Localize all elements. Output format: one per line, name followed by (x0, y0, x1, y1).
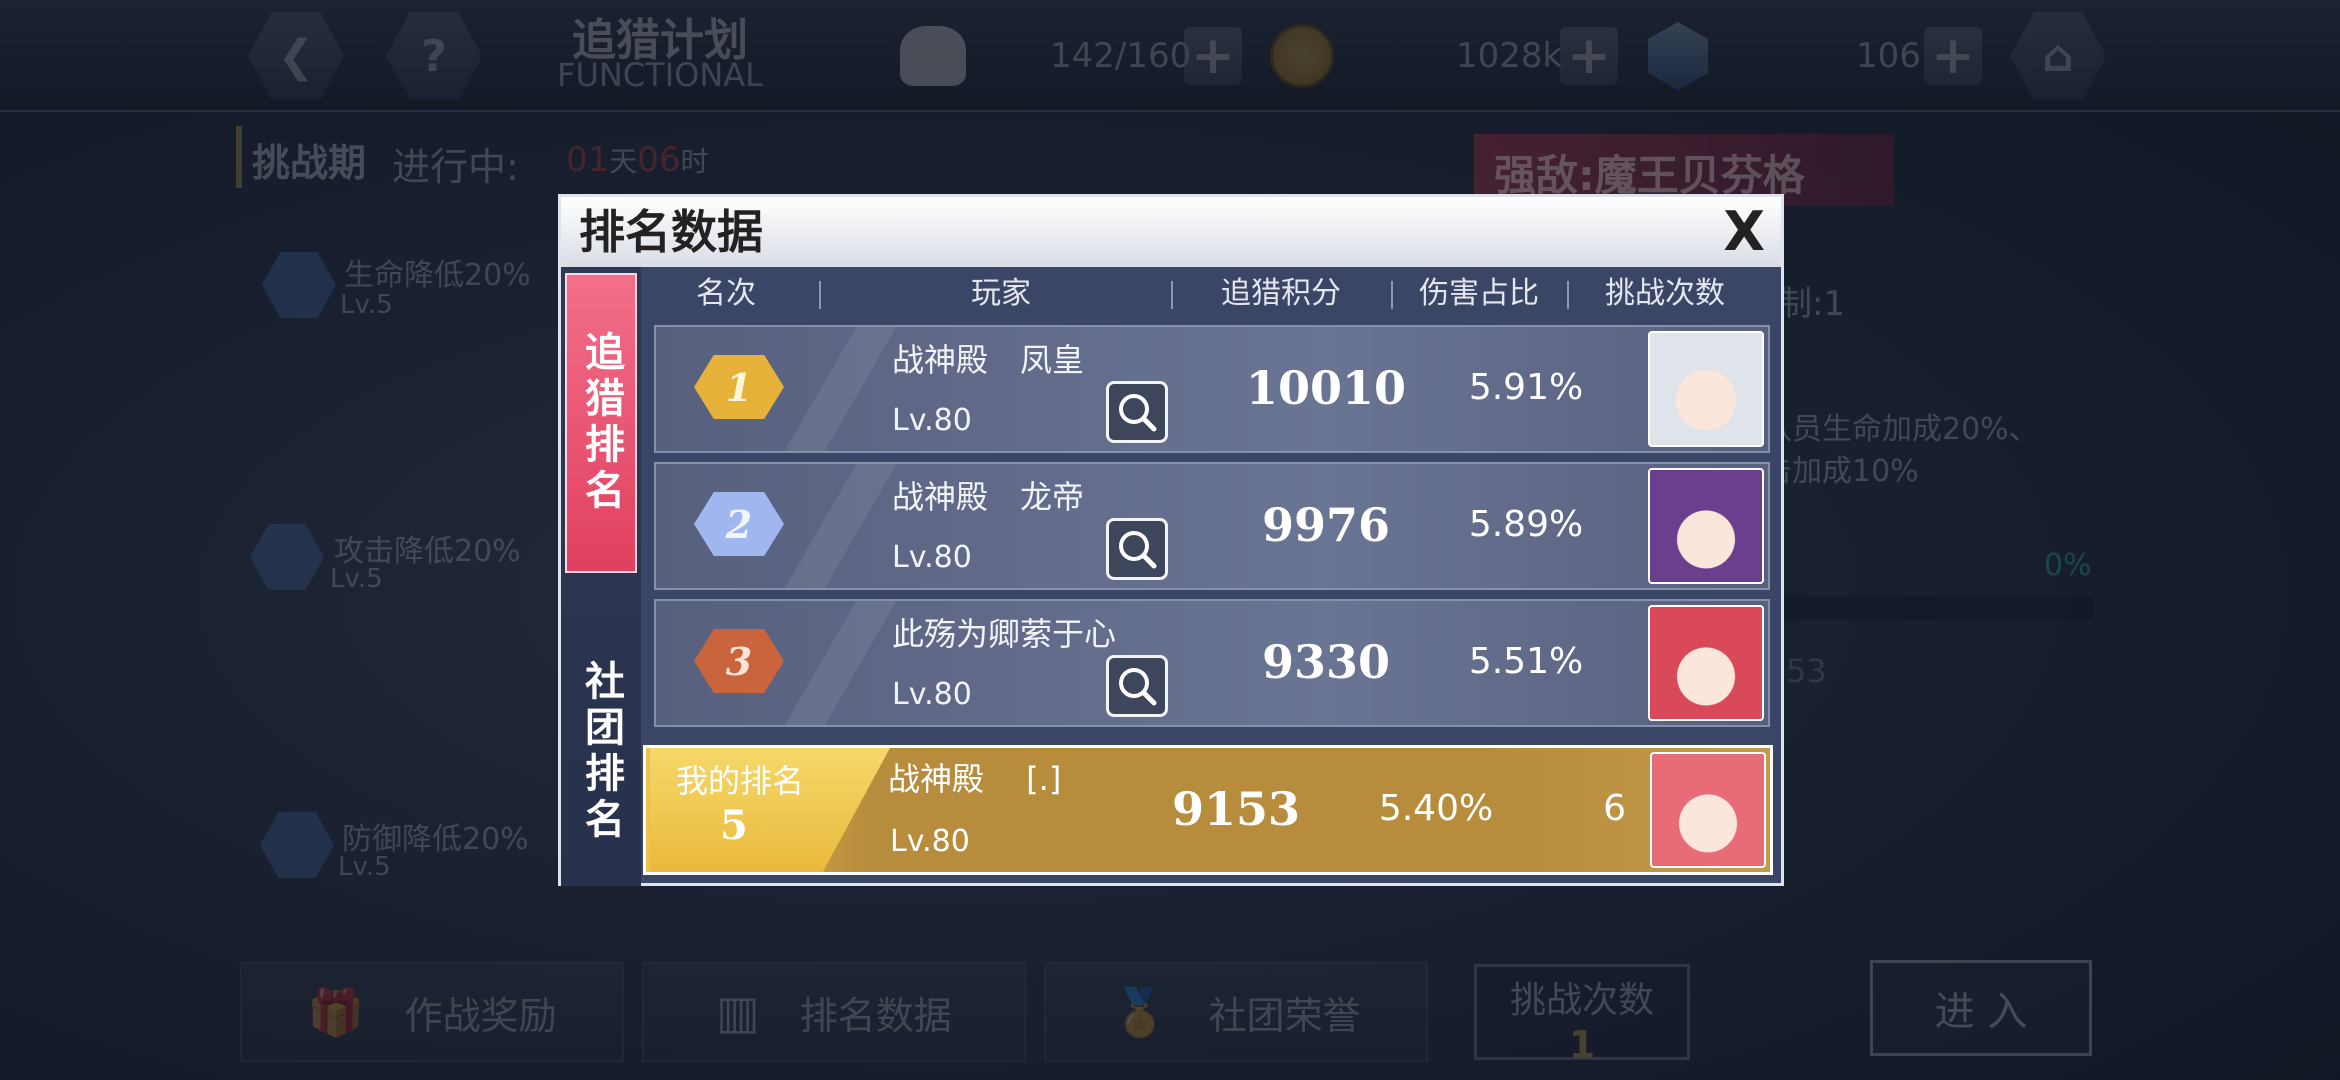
tab-club-ranking[interactable]: 社团排名 (565, 627, 637, 877)
dialog-title: 排名数据 (561, 197, 1781, 267)
my-damage-percent: 5.40% (1378, 788, 1494, 829)
ranking-row: 1 战神殿 凤皇 Lv.80 10010 5.91% 8 (654, 325, 1770, 453)
rank-number: 2 (725, 501, 753, 547)
row-stripe (775, 601, 897, 725)
magnifier-icon (1119, 531, 1157, 569)
rank-number: 3 (725, 638, 753, 684)
hunt-score: 9976 (1261, 498, 1391, 552)
my-avatar[interactable] (1650, 752, 1766, 868)
rank-badge: 2 (694, 492, 784, 562)
damage-percent: 5.51% (1468, 641, 1584, 682)
my-rank-row: 我的排名 5 战神殿 [.] Lv.80 9153 5.40% 6 (643, 745, 1773, 875)
view-player-button[interactable] (1106, 518, 1168, 580)
column-damage: 伤害占比 (1419, 276, 1539, 311)
magnifier-icon (1119, 668, 1157, 706)
player-avatar[interactable] (1648, 468, 1764, 584)
rank-medal-icon: 2 (694, 492, 784, 556)
column-divider (1391, 281, 1393, 309)
hunt-score: 9330 (1261, 635, 1391, 689)
column-divider (1567, 281, 1569, 309)
column-rank: 名次 (696, 276, 756, 311)
player-level: Lv.80 (892, 677, 972, 712)
row-stripe (775, 464, 897, 588)
player-level: Lv.80 (892, 540, 972, 575)
row-stripe (775, 327, 897, 451)
view-player-button[interactable] (1106, 381, 1168, 443)
player-name: 此殇为卿萦于心 (892, 615, 1117, 653)
ranking-row: 2 战神殿 龙帝 Lv.80 9976 5.89% 8 (654, 462, 1770, 590)
damage-percent: 5.89% (1468, 504, 1584, 545)
magnifier-icon (1119, 394, 1157, 432)
rank-number: 1 (725, 364, 753, 410)
ranking-dialog: 排名数据 X 追猎排名 社团排名 名次 玩家 追猎积分 伤害占比 挑战次数 1 … (558, 194, 1784, 886)
damage-percent: 5.91% (1468, 367, 1584, 408)
my-hunt-score: 9153 (1171, 782, 1301, 836)
my-player-name: 战神殿 [.] (888, 760, 1062, 798)
player-name: 战神殿 凤皇 (892, 341, 1085, 379)
player-avatar[interactable] (1648, 605, 1764, 721)
view-player-button[interactable] (1106, 655, 1168, 717)
column-player: 玩家 (971, 276, 1031, 311)
player-level: Lv.80 (892, 403, 972, 438)
column-headers: 名次 玩家 追猎积分 伤害占比 挑战次数 (651, 267, 1781, 321)
player-avatar[interactable] (1648, 331, 1764, 447)
rank-medal-icon: 3 (694, 629, 784, 693)
ranking-row: 3 此殇为卿萦于心 Lv.80 9330 5.51% 6 (654, 599, 1770, 727)
close-button[interactable]: X (1723, 197, 1765, 267)
my-player-level: Lv.80 (890, 824, 970, 859)
column-score: 追猎积分 (1221, 276, 1341, 311)
my-rank-number: 5 (720, 802, 748, 849)
tab-hunt-ranking[interactable]: 追猎排名 (565, 273, 637, 573)
my-attempt-count: 6 (1603, 788, 1626, 829)
column-divider (819, 281, 821, 309)
hunt-score: 10010 (1245, 361, 1407, 415)
player-name: 战神殿 龙帝 (892, 478, 1085, 516)
column-divider (1171, 281, 1173, 309)
column-attempts: 挑战次数 (1605, 276, 1725, 311)
rank-medal-icon: 1 (694, 355, 784, 419)
rank-badge: 3 (694, 629, 784, 699)
my-rank-label: 我的排名 (676, 762, 805, 800)
rank-badge: 1 (694, 355, 784, 425)
